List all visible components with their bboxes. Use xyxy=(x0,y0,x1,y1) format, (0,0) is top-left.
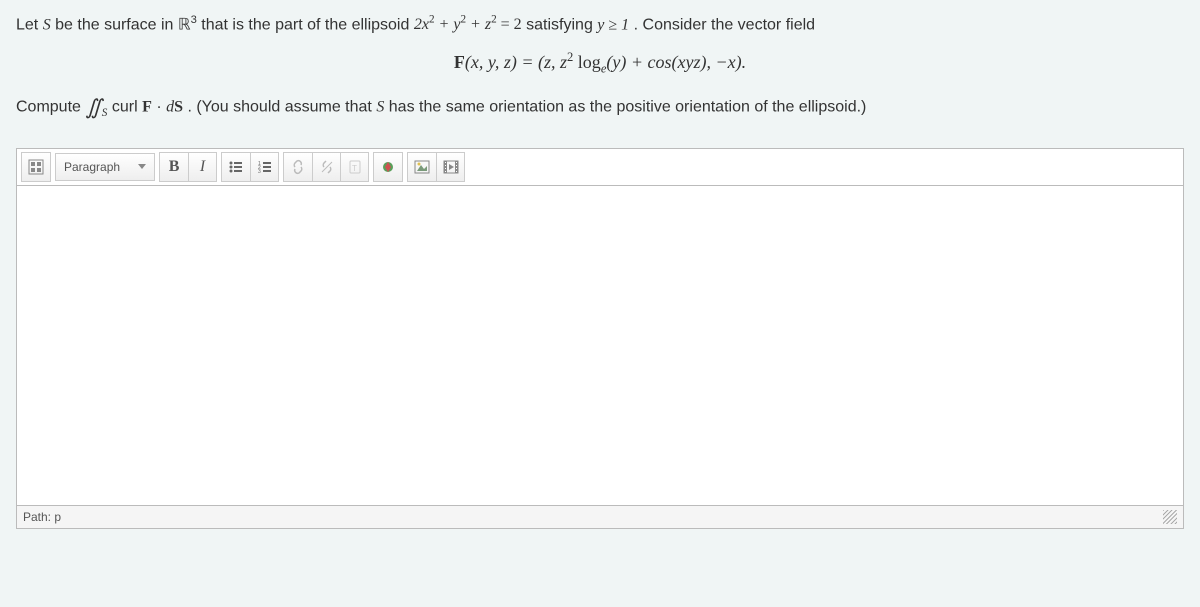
insert-link-button[interactable] xyxy=(284,153,312,181)
set-R: ℝ xyxy=(178,16,191,33)
text: . (You should assume that xyxy=(187,98,376,115)
dS-d: d xyxy=(166,98,174,115)
dS-S: S xyxy=(174,98,183,115)
editor-toolbar: Paragraph B I 1 xyxy=(16,148,1184,186)
bullet-list-button[interactable] xyxy=(222,153,250,181)
text: has the same orientation as the positive… xyxy=(389,98,867,115)
var-S: S xyxy=(43,16,51,33)
editor-footer: Path: p xyxy=(16,506,1184,529)
editor-content-area[interactable] xyxy=(16,186,1184,506)
rich-text-editor: Paragraph B I 1 xyxy=(16,148,1184,529)
args: (x, y, z) = (z, z xyxy=(465,52,567,72)
svg-text:3: 3 xyxy=(258,169,261,175)
link-icon xyxy=(290,159,306,175)
expand-icon xyxy=(28,159,44,175)
integral-symbol: ∬ xyxy=(85,95,101,120)
text: satisfying xyxy=(526,16,597,33)
op: + xyxy=(466,16,485,33)
object-icon xyxy=(380,159,396,175)
paste-special-button[interactable]: T xyxy=(340,153,368,181)
toolbar-group-media xyxy=(407,152,465,182)
text: curl xyxy=(112,98,142,115)
compute-line: Compute ∬S curl F · dS . (You should ass… xyxy=(16,95,1184,120)
var-S: S xyxy=(376,98,384,115)
condition: y ≥ 1 xyxy=(597,16,629,33)
unlink-icon xyxy=(319,159,335,175)
paragraph-format-select[interactable]: Paragraph xyxy=(55,153,155,181)
log: log xyxy=(573,52,601,72)
numbered-list-icon: 1 2 3 xyxy=(257,159,273,175)
format-label: Paragraph xyxy=(64,160,120,174)
image-icon xyxy=(414,159,430,175)
problem-statement-line1: Let S be the surface in ℝ3 that is the p… xyxy=(16,12,1184,38)
bold-button[interactable]: B xyxy=(160,153,188,181)
text: Let xyxy=(16,16,43,33)
formula-line: F(x, y, z) = (z, z2 loge(y) + cos(xyz), … xyxy=(16,50,1184,77)
paste-icon: T xyxy=(347,159,363,175)
text: that is the part of the ellipsoid xyxy=(201,16,414,33)
vec-F: F xyxy=(142,98,152,115)
toolbar-group-link: T xyxy=(283,152,369,182)
remove-link-button[interactable] xyxy=(312,153,340,181)
rest: (y) + cos(xyz), −x). xyxy=(606,52,746,72)
numbered-list-button[interactable]: 1 2 3 xyxy=(250,153,278,181)
insert-image-button[interactable] xyxy=(408,153,436,181)
toolbar-group-insert xyxy=(373,152,403,182)
text: . Consider the vector field xyxy=(634,16,815,33)
exponent: 3 xyxy=(191,14,197,26)
italic-button[interactable]: I xyxy=(188,153,216,181)
rhs: = 2 xyxy=(497,16,522,33)
chevron-down-icon xyxy=(138,164,146,169)
dot: · xyxy=(156,98,166,115)
vec-F: F xyxy=(454,52,465,72)
insert-movie-button[interactable] xyxy=(436,153,464,181)
bullet-list-icon xyxy=(228,159,244,175)
text: Compute xyxy=(16,98,85,115)
expand-button[interactable] xyxy=(22,153,50,181)
term: 2x xyxy=(414,16,429,33)
toolbar-group-list: 1 2 3 xyxy=(221,152,279,182)
path-display: Path: p xyxy=(23,510,61,524)
film-icon xyxy=(443,159,459,175)
insert-object-button[interactable] xyxy=(374,153,402,181)
text: be the surface in xyxy=(55,16,178,33)
op: + xyxy=(435,16,454,33)
svg-text:T: T xyxy=(352,164,357,173)
integral-sub: S xyxy=(102,106,108,118)
toolbar-group-expand xyxy=(21,152,51,182)
toolbar-group-text: B I xyxy=(159,152,217,182)
resize-handle[interactable] xyxy=(1163,510,1177,524)
